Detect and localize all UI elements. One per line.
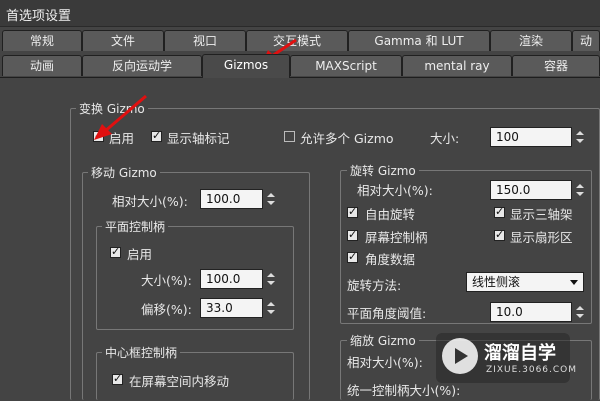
- show-sector-checkbox[interactable]: [494, 228, 505, 241]
- annotation-arrow-enable: [94, 94, 147, 140]
- plane-handles-group: [96, 226, 294, 330]
- angle-data-checkbox[interactable]: [347, 250, 358, 263]
- free-rotate-checkbox[interactable]: [347, 205, 358, 218]
- show-axis-labels-checkbox[interactable]: [151, 129, 162, 142]
- tab-viewports[interactable]: 视口: [164, 30, 246, 51]
- tab-label: 渲染: [518, 34, 543, 48]
- watermark: 溜溜自学 ZIXUE.3066.COM: [436, 333, 576, 383]
- plane-offset-field[interactable]: 33.0: [200, 298, 263, 318]
- rotate-gizmo-label: 旋转 Gizmo: [347, 162, 419, 179]
- plane-offset-label: 偏移(%):: [141, 302, 192, 317]
- tab-gamma-lut[interactable]: Gamma 和 LUT: [348, 30, 490, 51]
- tab-mental-ray[interactable]: mental ray: [402, 55, 512, 76]
- move-relative-size-label: 相对大小(%):: [112, 194, 188, 209]
- tab-animation[interactable]: 动画: [2, 55, 82, 76]
- rotate-relative-size-field[interactable]: 150.0: [490, 180, 572, 200]
- tab-label: 常规: [29, 34, 54, 48]
- move-screen-space-label: 在屏幕空间内移动: [129, 374, 230, 389]
- center-box-label: 中心框控制柄: [102, 344, 181, 361]
- tab-label: mental ray: [424, 59, 490, 73]
- screen-handle-label: 屏幕控制柄: [365, 230, 428, 245]
- tab-render[interactable]: 渲染: [490, 30, 572, 51]
- chevron-down-icon: [570, 280, 578, 285]
- plane-size-field[interactable]: 100.0: [200, 269, 263, 289]
- rotate-method-value: 线性侧滚: [472, 275, 521, 289]
- plane-enable-label: 启用: [127, 247, 153, 262]
- tab-label: 反向运动学: [111, 59, 172, 73]
- watermark-url: ZIXUE.3066.COM: [486, 365, 578, 375]
- tab-maxscript[interactable]: MAXScript: [290, 55, 402, 76]
- move-relative-size-spinner[interactable]: [266, 189, 276, 209]
- move-relative-size-field[interactable]: 100.0: [200, 189, 263, 209]
- size-label: 大小:: [430, 131, 460, 146]
- screen-handle-checkbox[interactable]: [347, 228, 358, 241]
- tab-label: 文件: [110, 34, 135, 48]
- plane-offset-spinner[interactable]: [266, 298, 276, 318]
- plane-angle-threshold-field[interactable]: 10.0: [490, 302, 572, 322]
- plane-enable-checkbox[interactable]: [110, 245, 121, 258]
- plane-angle-threshold-spinner[interactable]: [575, 302, 585, 322]
- scale-gizmo-label: 缩放 Gizmo: [347, 332, 419, 349]
- tab-label: 容器: [543, 59, 568, 73]
- show-sector-label: 显示扇形区: [510, 230, 573, 245]
- tab-files[interactable]: 文件: [82, 30, 164, 51]
- rotate-relative-size-label: 相对大小(%):: [357, 183, 433, 198]
- watermark-logo-icon: [442, 338, 478, 374]
- show-tri-axis-checkbox[interactable]: [494, 205, 505, 218]
- title-bar: 首选项设置: [0, 0, 600, 27]
- tab-label: Gizmos: [223, 58, 269, 72]
- tab-label: MAXScript: [315, 59, 377, 73]
- tab-general[interactable]: 常规: [2, 30, 82, 51]
- allow-multiple-gizmos-label: 允许多个 Gizmo: [300, 131, 394, 146]
- tab-containers[interactable]: 容器: [512, 55, 600, 76]
- allow-multiple-gizmos-checkbox[interactable]: [284, 131, 295, 142]
- tab-label: 动: [579, 34, 592, 48]
- show-axis-labels-label: 显示轴标记: [167, 131, 230, 146]
- watermark-brand: 溜溜自学: [484, 343, 556, 364]
- scale-relative-size-label: 相对大小(%):: [347, 355, 423, 370]
- free-rotate-label: 自由旋转: [365, 207, 416, 222]
- size-spinner[interactable]: [575, 127, 585, 147]
- size-field[interactable]: 100: [490, 127, 572, 147]
- window-title: 首选项设置: [6, 9, 72, 24]
- move-gizmo-label: 移动 Gizmo: [88, 164, 160, 181]
- tab-gizmos[interactable]: Gizmos: [202, 54, 290, 78]
- plane-size-spinner[interactable]: [266, 269, 276, 289]
- rotate-relative-size-spinner[interactable]: [575, 180, 585, 200]
- tab-inverse-kinematics[interactable]: 反向运动学: [82, 55, 202, 76]
- show-tri-axis-label: 显示三轴架: [510, 207, 573, 222]
- plane-handles-label: 平面控制柄: [102, 218, 169, 235]
- rotate-method-dropdown[interactable]: 线性侧滚: [466, 272, 584, 292]
- plane-size-label: 大小(%):: [141, 273, 192, 288]
- tab-label: 视口: [192, 34, 217, 48]
- plane-angle-threshold-label: 平面角度阈值:: [347, 306, 427, 321]
- move-screen-space-checkbox[interactable]: [112, 372, 123, 385]
- tab-label: 动画: [29, 59, 54, 73]
- rotate-method-label: 旋转方法:: [347, 278, 402, 293]
- tab-label: Gamma 和 LUT: [374, 34, 464, 48]
- angle-data-label: 角度数据: [365, 252, 416, 267]
- tab-animation-partial[interactable]: 动: [572, 30, 600, 51]
